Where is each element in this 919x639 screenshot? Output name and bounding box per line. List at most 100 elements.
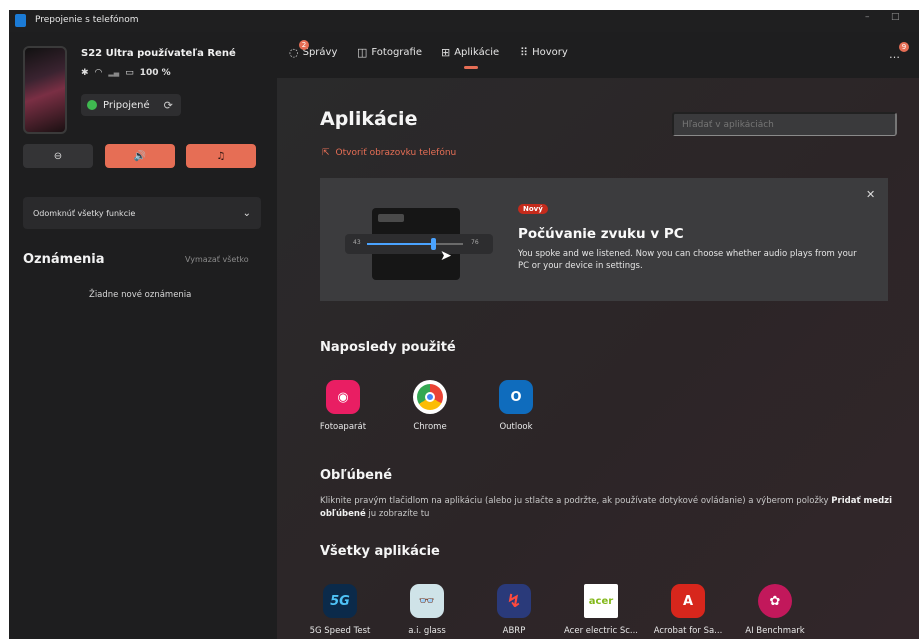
app-label: Outlook [499,422,533,432]
volume-slider-illustration: 43 76 [345,234,493,254]
connection-status[interactable]: Pripojené ⟳ [81,94,181,116]
connected-icon [87,100,97,110]
phone-link-icon [15,14,26,27]
app-label: a.i. glass [408,626,446,636]
favorites-hint-text: Kliknite pravým tlačidlom na aplikáciu (… [320,496,832,506]
clear-all-button[interactable]: Vymazať všetko [185,255,249,264]
app-acer-electric[interactable]: acer Acer electric Sc... [556,584,646,636]
feature-banner: 43 76 ➤ Nový Počúvanie zvuku v PC You sp… [320,178,888,301]
recent-title: Naposledy použité [320,340,456,355]
app-label: Acrobat for Sa... [653,626,723,636]
sidebar: S22 Ultra používateľa René ✱ ◠ ▂▄ ▭ 100 … [9,32,277,639]
unlock-all-features-dropdown[interactable]: Odomknúť všetky funkcie ⌄ [23,197,261,229]
slider-min-value: 43 [353,239,361,246]
wifi-icon: ◠ [94,68,103,78]
app-label: 5G Speed Test [309,626,371,636]
ai-benchmark-icon: ✿ [758,584,792,618]
acrobat-icon: A [671,584,705,618]
open-phone-screen-link[interactable]: ⇱ Otvoriť obrazovku telefónu [322,148,456,158]
media-button[interactable]: ♫ [186,144,256,168]
battery-icon: ▭ [125,68,134,78]
bluetooth-icon: ✱ [81,68,89,78]
close-icon[interactable]: ✕ [866,188,875,201]
speaker-icon: 🔊 [133,150,147,162]
chrome-icon [413,380,447,414]
minimize-button[interactable]: – [865,12,870,22]
battery-level: 100 % [139,68,171,78]
5g-icon: 5G [323,584,357,618]
phone-image [23,46,67,134]
audio-toggle-illustration [378,214,404,222]
maximize-button[interactable]: □ [891,12,900,22]
app-abrp[interactable]: ↯ ABRP [469,584,559,636]
photos-icon: ◫ [357,46,368,59]
top-nav: ◌ Správy 2 ◫ Fotografie ⊞ Aplikácie ⠿ Ho… [277,32,919,78]
banner-title: Počúvanie zvuku v PC [518,226,684,242]
signal-icon: ▂▄ [108,69,120,77]
page-title: Aplikácie [320,108,418,130]
tab-messages[interactable]: ◌ Správy [289,46,337,59]
app-5g-speed-test[interactable]: 5G 5G Speed Test [295,584,385,636]
device-status: ✱ ◠ ▂▄ ▭ 100 % [81,68,171,78]
title-bar: Prepojenie s telefónom – □ [9,10,919,32]
refresh-icon[interactable]: ⟳ [164,99,173,112]
open-screen-label: Otvoriť obrazovku telefónu [335,148,457,158]
app-label: Fotoaparát [319,422,367,432]
app-outlook[interactable]: O Outlook [471,380,561,432]
app-ai-glass[interactable]: 👓 a.i. glass [382,584,472,636]
app-label: Acer electric Sc... [564,626,638,636]
search-input[interactable] [672,112,897,136]
dnd-button[interactable]: ⊖ [23,144,93,168]
more-icon: … [889,48,900,61]
chat-icon: ◌ [289,46,299,59]
outlook-icon: O [499,380,533,414]
tab-apps-label: Aplikácie [454,47,500,58]
apps-page: Aplikácie ⇱ Otvoriť obrazovku telefónu 4… [277,78,919,639]
sound-button[interactable]: 🔊 [105,144,175,168]
banner-text: You spoke and we listened. Now you can c… [518,249,857,271]
tab-messages-label: Správy [302,47,338,58]
active-tab-indicator [464,66,478,69]
tab-calls-label: Hovory [532,47,568,58]
device-name: S22 Ultra používateľa René [81,48,236,59]
glasses-icon: 👓 [410,584,444,618]
tab-photos[interactable]: ◫ Fotografie [357,46,422,59]
slider-fill [367,243,433,245]
settings-badge: 9 [899,42,909,52]
unlock-all-label: Odomknúť všetky funkcie [33,208,136,218]
favorites-title: Obľúbené [320,468,393,483]
audio-illustration: 43 76 ➤ [345,208,493,280]
camera-icon: ◉ [326,380,360,414]
open-screen-icon: ⇱ [322,148,330,158]
no-notifications-text: Žiadne nové oznámenia [89,290,192,300]
acer-icon: acer [584,584,618,618]
apps-icon: ⊞ [441,46,451,59]
new-badge: Nový [518,204,548,214]
all-apps-title: Všetky aplikácie [320,544,440,559]
slider-knob [431,238,436,250]
messages-badge: 2 [299,40,309,50]
tab-calls[interactable]: ⠿ Hovory [520,46,568,59]
settings-button[interactable]: … [889,48,900,61]
slider-max-value: 76 [471,239,479,246]
app-chrome[interactable]: Chrome [385,380,475,432]
tab-apps[interactable]: ⊞ Aplikácie [441,46,499,59]
favorites-hint-end: ju zobrazíte tu [365,509,430,519]
window-title: Prepojenie s telefónom [35,15,139,25]
favorites-hint: Kliknite pravým tlačidlom na aplikáciu (… [320,495,895,521]
do-not-disturb-icon: ⊖ [53,150,63,162]
tab-photos-label: Fotografie [371,47,422,58]
music-icon: ♫ [216,150,226,162]
abrp-icon: ↯ [497,584,531,618]
connection-label: Pripojené [103,99,150,111]
app-label: AI Benchmark [745,626,805,636]
phone-link-window: Prepojenie s telefónom – □ S22 Ultra pou… [9,10,919,639]
app-ai-benchmark[interactable]: ✿ AI Benchmark [730,584,820,636]
dialpad-icon: ⠿ [520,46,529,59]
app-label: ABRP [502,626,526,636]
chevron-down-icon: ⌄ [242,207,251,219]
notifications-title: Oznámenia [23,252,105,267]
cursor-icon: ➤ [440,248,452,264]
app-acrobat[interactable]: A Acrobat for Sa... [643,584,733,636]
app-camera[interactable]: ◉ Fotoaparát [298,380,388,432]
